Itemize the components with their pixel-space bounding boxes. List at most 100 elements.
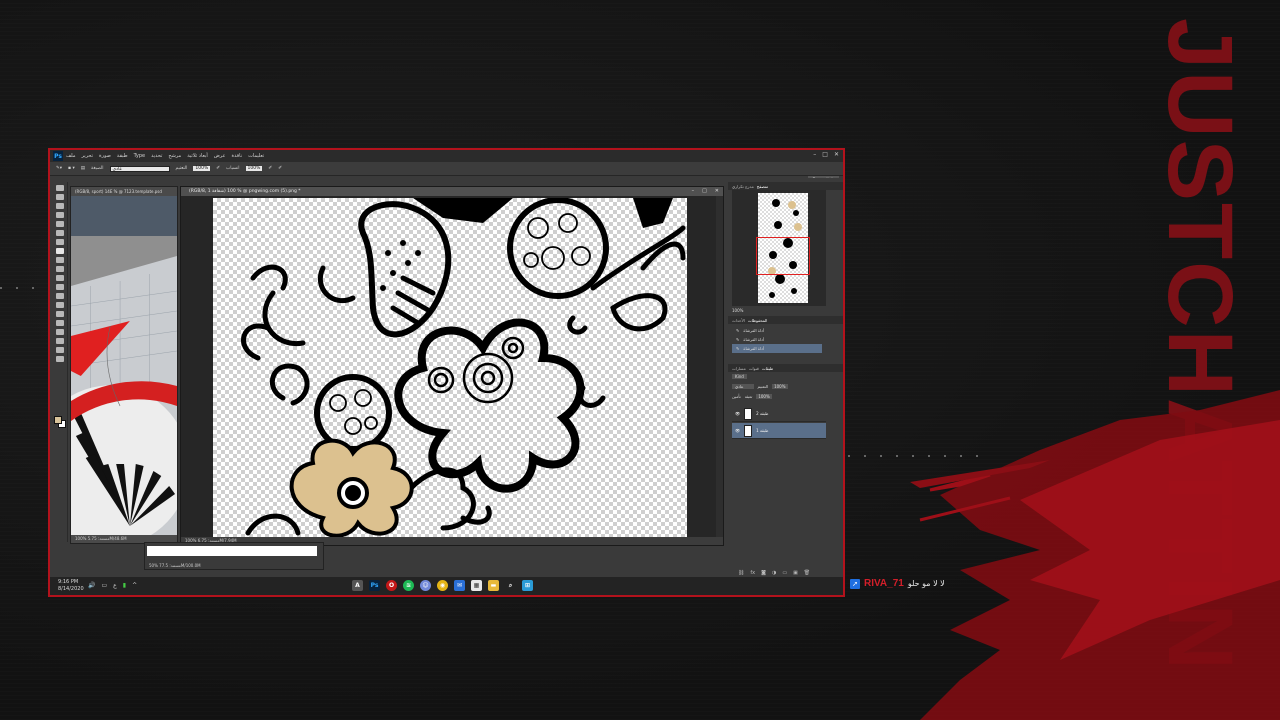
flow-field[interactable]: 100% [245, 166, 263, 171]
lasso-tool-icon[interactable] [55, 203, 64, 209]
history-brush-tool-icon[interactable] [55, 266, 64, 272]
menu-view[interactable]: عرض [214, 153, 226, 159]
history-item[interactable]: ✎ أداة الفرشاة [732, 326, 822, 335]
menu-help[interactable]: تعليمات [248, 153, 264, 159]
document-window-mini[interactable]: 50% مستند: 77.5M/100.0M [144, 542, 324, 570]
language-icon[interactable]: ع [113, 582, 117, 589]
spotify-icon[interactable]: ≋ [403, 580, 414, 591]
menu-edit[interactable]: تحرير [82, 153, 94, 159]
chevron-up-icon[interactable]: ^ [132, 582, 137, 589]
eye-icon[interactable]: 👁 [735, 428, 740, 433]
pressure-size-icon[interactable]: ✐ [278, 166, 282, 171]
blur-tool-icon[interactable] [55, 293, 64, 299]
history-item[interactable]: ✎ أداة الفرشاة [732, 344, 822, 353]
volume-icon[interactable]: 🔊 [88, 582, 95, 589]
foreground-color-swatch[interactable] [54, 416, 62, 424]
brush-panel-toggle[interactable]: ▤ [81, 166, 85, 171]
windows-icon[interactable]: ⊞ [522, 580, 533, 591]
tab-channels[interactable]: قنوات [749, 366, 759, 371]
eyedropper-tool-icon[interactable] [55, 230, 64, 236]
menu-image[interactable]: صورة [99, 153, 111, 159]
tab-navigator[interactable]: متصفح [757, 184, 768, 189]
pen-tool-icon[interactable] [55, 311, 64, 317]
gradient-tool-icon[interactable] [55, 284, 64, 290]
menu-filter[interactable]: مرشح [168, 153, 181, 159]
type-tool-icon[interactable] [55, 320, 64, 326]
tab-history[interactable]: المحفوظات [748, 318, 767, 323]
doc-maximize-button[interactable]: □ [702, 187, 707, 196]
eye-icon[interactable]: 👁 [735, 411, 740, 416]
marquee-tool-icon[interactable] [55, 194, 64, 200]
navigator-view-rect[interactable] [756, 237, 810, 275]
mail-icon[interactable]: ✉ [454, 580, 465, 591]
move-tool-icon[interactable] [55, 185, 64, 191]
menu-file[interactable]: ملف [66, 153, 76, 159]
shape-tool-icon[interactable] [55, 338, 64, 344]
quick-select-tool-icon[interactable] [55, 212, 64, 218]
doc-close-button[interactable]: ✕ [715, 187, 719, 196]
document-window-main[interactable]: (RGB/8, 1 شفافة) 100 % @ pngwing.com (5)… [180, 186, 724, 546]
maximize-button[interactable]: □ [822, 151, 828, 158]
menu-3d[interactable]: أبعاد ثلاثية [187, 153, 208, 159]
new-layer-icon[interactable]: ▣ [793, 570, 798, 576]
menu-window[interactable]: نافذة [232, 153, 243, 159]
navigator-zoom[interactable]: 100% [732, 308, 743, 313]
opera-icon[interactable]: O [386, 580, 397, 591]
minimize-button[interactable]: – [813, 151, 816, 158]
chrome-icon[interactable]: ◉ [437, 580, 448, 591]
store-icon[interactable]: ▦ [471, 580, 482, 591]
tab-layers[interactable]: طبقات [762, 366, 773, 371]
brush-icon[interactable]: ✎▾ [56, 166, 62, 171]
layer-row[interactable]: 👁 طبقة 2 [732, 406, 826, 422]
clock[interactable]: 9:16 PM 8/14/2020 [58, 579, 84, 593]
tab-histogram[interactable]: مدرج تكراري [732, 184, 754, 189]
dodge-tool-icon[interactable] [55, 302, 64, 308]
path-select-tool-icon[interactable] [55, 329, 64, 335]
brush-size-picker[interactable]: ▪ ▾ [68, 166, 75, 171]
fx-icon[interactable]: fx [750, 570, 755, 576]
layer-opacity-field[interactable]: 100% [772, 384, 788, 389]
blend-mode-select[interactable]: عادي [732, 384, 754, 389]
adjustment-icon[interactable]: ◑ [772, 570, 776, 576]
network-icon[interactable]: ▭ [101, 582, 107, 589]
zoom-tool-icon[interactable] [55, 356, 64, 362]
mode-select[interactable]: عادي [109, 165, 170, 172]
opacity-field[interactable]: 100% [193, 166, 211, 171]
file-explorer-icon[interactable]: ▬ [488, 580, 499, 591]
eraser-tool-icon[interactable] [55, 275, 64, 281]
menu-type[interactable]: Type [134, 153, 145, 159]
search-icon[interactable]: ⌕ [505, 580, 516, 591]
tab-actions[interactable]: الأحداث [732, 318, 745, 323]
pressure-opacity-icon[interactable]: ✐ [216, 166, 220, 171]
hand-tool-icon[interactable] [55, 347, 64, 353]
crop-tool-icon[interactable] [55, 221, 64, 227]
image-canvas[interactable] [213, 198, 687, 537]
discord-icon[interactable]: ☺ [420, 580, 431, 591]
battery-icon[interactable]: ▮ [123, 582, 126, 589]
mask-icon[interactable]: ◙ [761, 570, 766, 576]
menu-layer[interactable]: طبقة [117, 153, 128, 159]
folder-icon[interactable]: ▭ [782, 570, 787, 576]
clone-tool-icon[interactable] [55, 257, 64, 263]
link-icon[interactable]: ⛓ [738, 570, 744, 576]
fill-field[interactable]: 100% [756, 394, 772, 399]
airbrush-icon[interactable]: ✐ [268, 166, 272, 171]
document-tab-left[interactable]: (RGB/8, sport) 14E % @ 7123.template.psd [71, 187, 177, 196]
search-app-icon[interactable]: A [352, 580, 363, 591]
menu-select[interactable]: تحديد [151, 153, 162, 159]
document-tab-main[interactable]: (RGB/8, 1 شفافة) 100 % @ pngwing.com (5)… [181, 187, 723, 196]
healing-tool-icon[interactable] [55, 239, 64, 245]
canvas-scrollbar[interactable] [716, 196, 723, 538]
close-button[interactable]: ✕ [834, 151, 839, 158]
doc-minimize-button[interactable]: – [692, 187, 695, 196]
document-window-left[interactable]: (RGB/8, sport) 14E % @ 7123.template.psd [70, 186, 178, 544]
trash-icon[interactable]: 🗑 [804, 570, 810, 576]
photoshop-taskbar-icon[interactable]: Ps [369, 580, 380, 591]
brush-tool-icon[interactable] [55, 248, 64, 254]
opacity-label: التعتيم [175, 166, 188, 171]
history-item[interactable]: ✎ أداة الفرشاة [732, 335, 822, 344]
filter-kind-select[interactable]: Kind [732, 374, 747, 379]
tab-paths[interactable]: مسارات [732, 366, 746, 371]
panels-dock: مدرج تكراري متصفح 100% الأحداث المحفوظات… [728, 178, 843, 578]
layer-row[interactable]: 👁 طبقة 1 [732, 423, 826, 439]
